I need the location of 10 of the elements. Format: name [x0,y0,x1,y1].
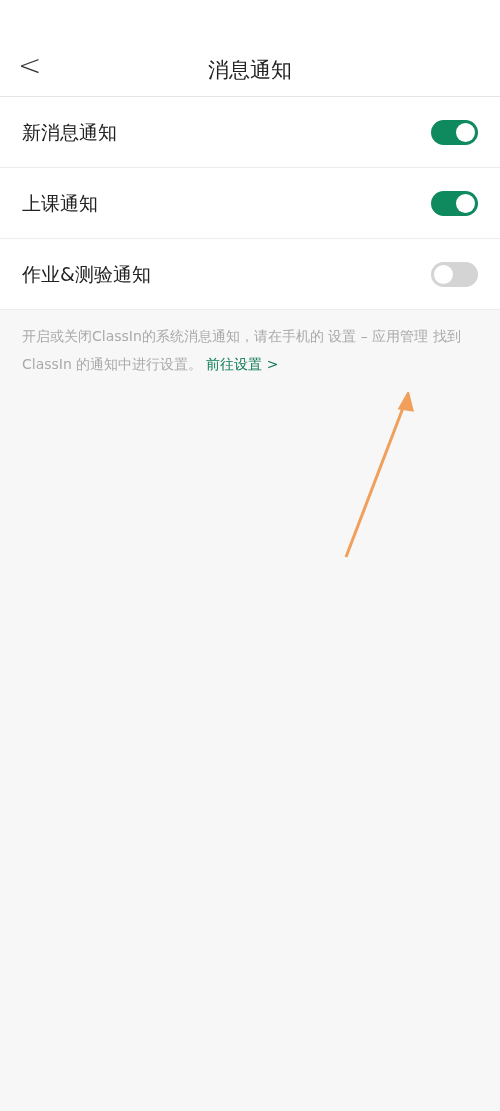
setting-label: 上课通知 [22,190,98,216]
toggle-switch[interactable] [431,261,478,287]
page-title: 消息通知 [208,56,292,84]
setting-label: 作业&测验通知 [22,261,151,287]
toggle-switch[interactable] [431,190,478,216]
back-button[interactable]: < [18,52,42,80]
description-text: 开启或关闭ClassIn的系统消息通知，请在手机的 设置 – 应用管理 找到 ClassIn 的通知中进行设置。 前往设置 > [21,327,462,374]
toggle-switch[interactable] [431,119,478,145]
setting-label: 新消息通知 [22,119,117,145]
settings-link[interactable]: 前往设置 > [206,356,279,372]
